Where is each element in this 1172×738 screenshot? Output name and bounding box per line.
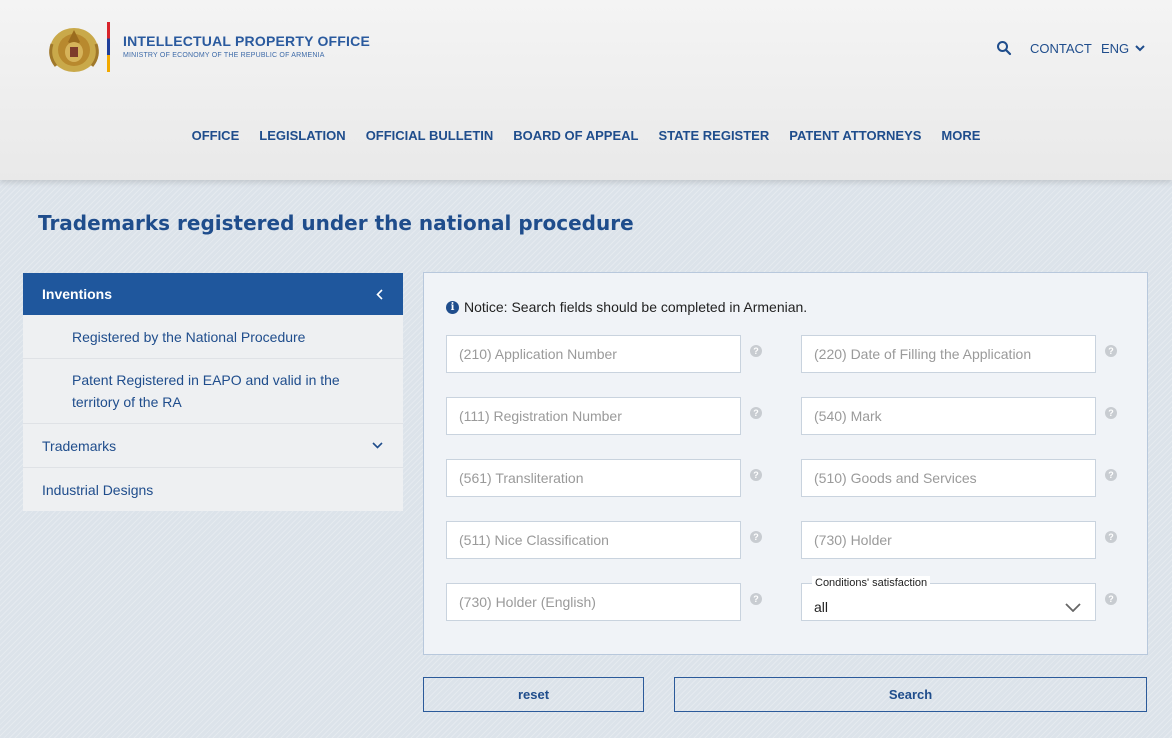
sidebar-item-trademarks[interactable]: Trademarks [23,424,403,468]
language-selector[interactable]: ENG [1101,41,1145,56]
site-header: INTELLECTUAL PROPERTY OFFICE MINISTRY OF… [0,0,1172,180]
help-icon[interactable]: ? [1105,531,1117,543]
nav-item-board-of-appeal[interactable]: BOARD OF APPEAL [513,128,638,143]
registration-number-input[interactable]: (111) Registration Number [446,397,741,435]
goods-services-input[interactable]: (510) Goods and Services [801,459,1096,497]
help-icon[interactable]: ? [750,407,762,419]
conditions-value: all [814,599,829,615]
filing-date-input[interactable]: (220) Date of Filling the Application [801,335,1096,373]
holder-input[interactable]: (730) Holder [801,521,1096,559]
help-icon[interactable]: ? [750,593,762,605]
help-icon[interactable]: ? [1105,345,1117,357]
nav-item-office[interactable]: OFFICE [192,128,240,143]
language-label: ENG [1101,41,1130,56]
help-icon[interactable]: ? [1105,407,1117,419]
help-icon[interactable]: ? [750,531,762,543]
conditions-select[interactable]: Conditions' satisfaction all [801,576,1096,621]
nav-item-state-register[interactable]: STATE REGISTER [658,128,769,143]
nav-item-legislation[interactable]: LEGISLATION [259,128,345,143]
conditions-label: Conditions' satisfaction [812,576,931,590]
help-icon[interactable]: ? [1105,593,1117,605]
help-icon[interactable]: ? [750,345,762,357]
info-icon: i [446,300,459,314]
search-icon[interactable] [996,40,1012,56]
notice: i Notice: Search fields should be comple… [446,299,807,315]
sidebar-item-label: Trademarks [42,437,117,454]
sidebar-item-label: Inventions [42,286,113,302]
main-nav: OFFICE LEGISLATION OFFICIAL BULLETIN BOA… [0,128,1172,143]
sidebar-item-industrial-designs[interactable]: Industrial Designs [23,468,403,511]
search-button[interactable]: Search [674,677,1147,712]
sidebar-subitem-label: Registered by the National Procedure [72,328,306,345]
help-icon[interactable]: ? [750,469,762,481]
chevron-down-icon [372,442,383,449]
holder-english-input[interactable]: (730) Holder (English) [446,583,741,621]
ministry-name: MINISTRY OF ECONOMY OF THE REPUBLIC OF A… [123,52,325,59]
sidebar-subitem-national-procedure[interactable]: Registered by the National Procedure [23,315,403,359]
chevron-down-icon [1135,45,1145,52]
coat-of-arms-logo[interactable] [46,20,102,76]
mark-input[interactable]: (540) Mark [801,397,1096,435]
sidebar-subitem-eapo[interactable]: Patent Registered in EAPO and valid in t… [23,359,403,424]
application-number-input[interactable]: (210) Application Number [446,335,741,373]
notice-text: Notice: Search fields should be complete… [464,299,808,315]
nice-classification-input[interactable]: (511) Nice Classification [446,521,741,559]
chevron-left-icon [376,288,383,300]
chevron-down-icon [1065,602,1081,612]
transliteration-input[interactable]: (561) Transliteration [446,459,741,497]
sidebar-item-inventions[interactable]: Inventions [23,273,403,315]
page-title: Trademarks registered under the national… [38,211,634,235]
flag-divider [107,22,110,72]
nav-item-official-bulletin[interactable]: OFFICIAL BULLETIN [366,128,494,143]
sidebar-item-label: Industrial Designs [42,481,154,498]
search-form-panel: i Notice: Search fields should be comple… [423,272,1148,655]
reset-button[interactable]: reset [423,677,644,712]
help-icon[interactable]: ? [1105,469,1117,481]
sidebar-subitem-label: Patent Registered in EAPO and valid in t… [72,372,340,410]
nav-item-more[interactable]: MORE [941,128,980,143]
contact-link[interactable]: CONTACT [1030,41,1092,56]
office-name[interactable]: INTELLECTUAL PROPERTY OFFICE [123,33,370,49]
sidebar: Inventions Registered by the National Pr… [23,273,403,511]
nav-item-patent-attorneys[interactable]: PATENT ATTORNEYS [789,128,921,143]
